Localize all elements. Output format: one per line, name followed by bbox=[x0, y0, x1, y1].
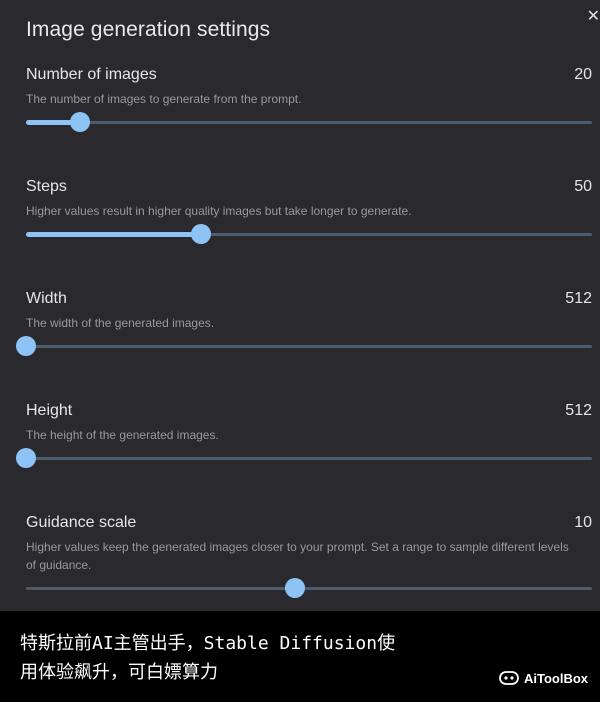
setting-value: 512 bbox=[565, 402, 592, 419]
close-icon[interactable]: ✕ bbox=[582, 8, 600, 26]
setting-value: 10 bbox=[574, 514, 592, 531]
slider-thumb[interactable] bbox=[191, 224, 212, 244]
setting-description: The width of the generated images. bbox=[26, 316, 215, 330]
setting-label: Number of images bbox=[26, 66, 157, 83]
setting-description: Higher values result in higher quality i… bbox=[26, 204, 412, 218]
setting-description: Higher values keep the generated images … bbox=[26, 540, 569, 572]
slider-track bbox=[26, 587, 592, 590]
slider-track bbox=[26, 121, 592, 124]
settings-dialog: Image generation settings ✕ Number of im… bbox=[0, 0, 600, 611]
setting-description: The number of images to generate from th… bbox=[26, 92, 302, 106]
brand-watermark: AiToolBox bbox=[499, 668, 588, 688]
slider-track bbox=[26, 457, 592, 460]
slider-track bbox=[26, 345, 592, 348]
brand-name: AiToolBox bbox=[523, 670, 588, 686]
setting-label: Height bbox=[26, 402, 73, 419]
number-of-images-slider[interactable] bbox=[26, 112, 592, 132]
slider-thumb[interactable] bbox=[16, 336, 36, 356]
video-caption-bar: 特斯拉前AI主管出手，Stable Diffusion使 用体验飙升，可白嫖算力… bbox=[0, 611, 600, 702]
setting-label: Steps bbox=[26, 178, 67, 195]
setting-value: 20 bbox=[574, 66, 592, 83]
setting-label: Guidance scale bbox=[26, 514, 137, 531]
setting-description: The height of the generated images. bbox=[26, 428, 219, 442]
slider-thumb[interactable] bbox=[16, 448, 36, 468]
setting-value: 50 bbox=[574, 178, 592, 195]
guidance-scale-slider[interactable] bbox=[26, 578, 592, 598]
width-slider[interactable] bbox=[16, 336, 592, 356]
setting-value: 512 bbox=[565, 290, 592, 307]
caption-text: 特斯拉前AI主管出手，Stable Diffusion使 用体验飙升，可白嫖算力 bbox=[20, 629, 440, 687]
slider-thumb[interactable] bbox=[69, 112, 90, 132]
slider-fill bbox=[26, 232, 202, 237]
steps-slider[interactable] bbox=[26, 224, 592, 244]
setting-label: Width bbox=[26, 290, 67, 307]
height-slider[interactable] bbox=[16, 448, 592, 468]
aitoolbox-logo-icon bbox=[499, 671, 519, 685]
slider-thumb[interactable] bbox=[284, 578, 305, 598]
dialog-title: Image generation settings bbox=[26, 18, 271, 41]
caption-line-2: 用体验飙升，可白嫖算力 bbox=[20, 662, 218, 683]
caption-line-1: 特斯拉前AI主管出手，Stable Diffusion使 bbox=[20, 633, 396, 654]
